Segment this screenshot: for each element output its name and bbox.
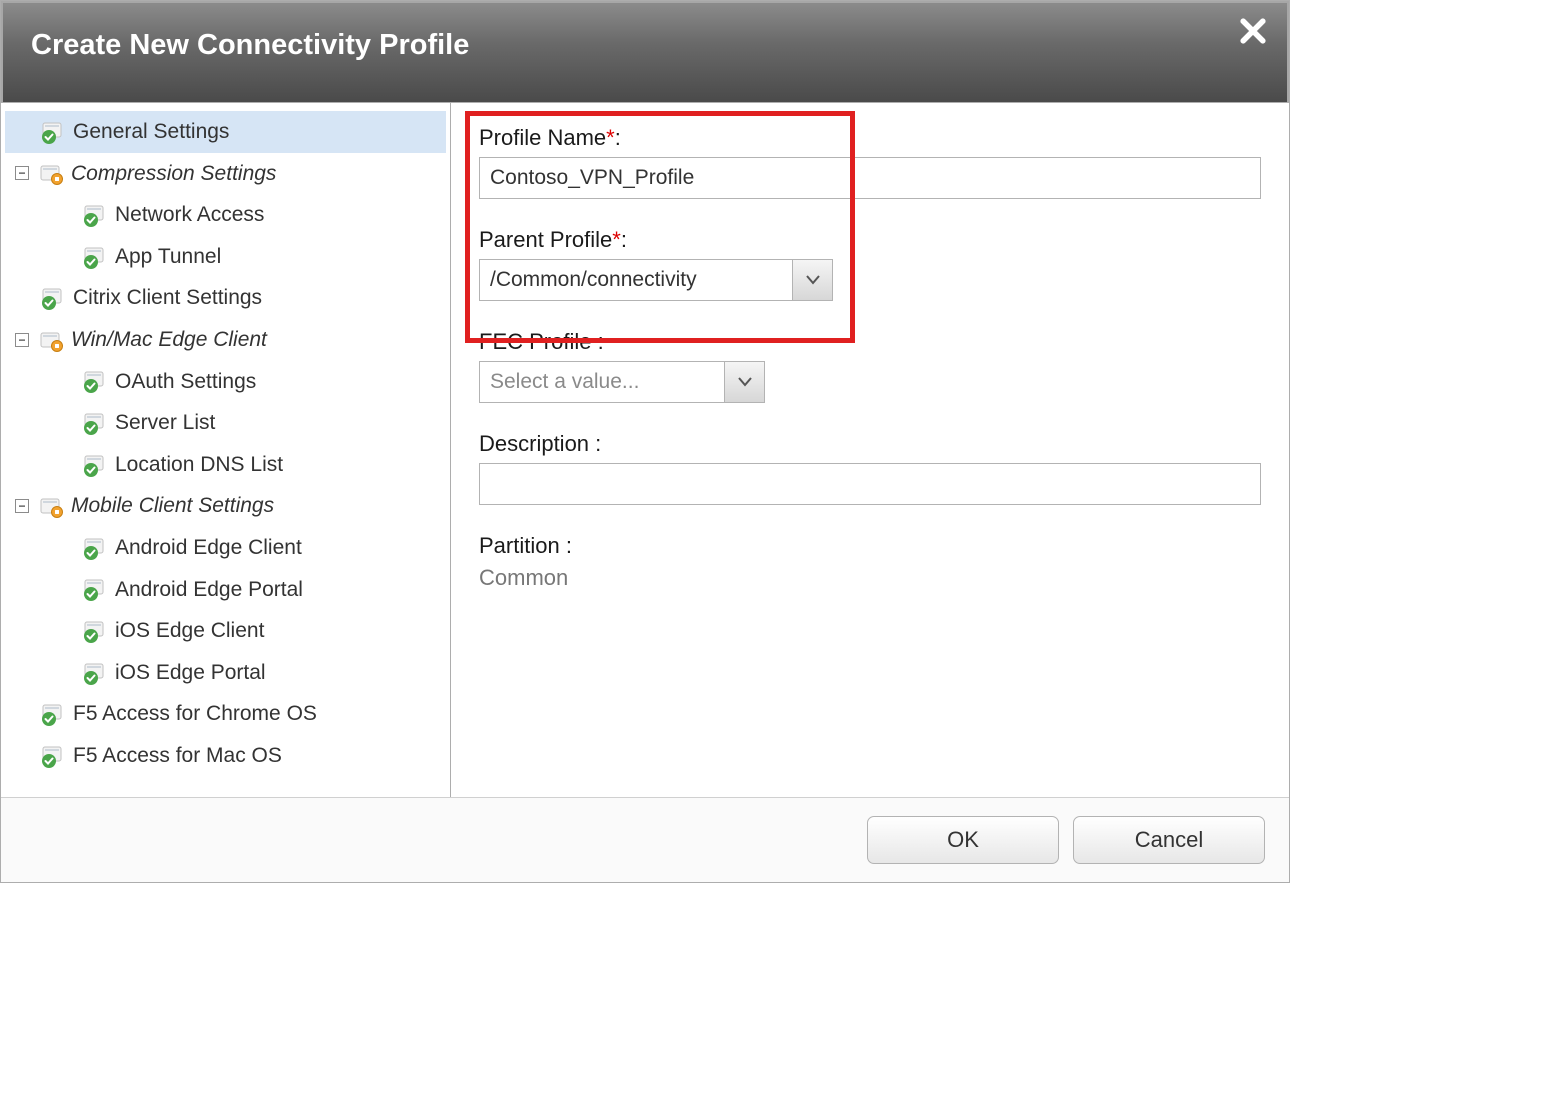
tree-label: Location DNS List xyxy=(115,448,283,482)
dialog-title: Create New Connectivity Profile xyxy=(31,29,469,61)
page-check-icon xyxy=(83,454,109,476)
profile-name-input[interactable] xyxy=(479,157,1261,199)
page-check-icon xyxy=(83,662,109,684)
tree-label: General Settings xyxy=(73,115,229,149)
tree-label: Android Edge Client xyxy=(115,531,302,565)
label-parent-profile: Parent Profile*: xyxy=(479,227,1261,253)
chevron-down-icon[interactable] xyxy=(724,362,764,402)
description-input[interactable] xyxy=(479,463,1261,505)
label-profile-name: Profile Name*: xyxy=(479,125,1261,151)
field-partition: Partition : Common xyxy=(479,533,1261,591)
tree-label: F5 Access for Mac OS xyxy=(73,739,282,773)
tree-item-android-client[interactable]: Android Edge Client xyxy=(5,527,446,569)
tree-label: Citrix Client Settings xyxy=(73,281,262,315)
tree-label: App Tunnel xyxy=(115,240,221,274)
tree-item-general-settings[interactable]: General Settings xyxy=(5,111,446,153)
tree-group-winmac[interactable]: − Win/Mac Edge Client xyxy=(5,319,446,361)
tree-item-macos[interactable]: F5 Access for Mac OS xyxy=(5,735,446,777)
dialog-footer: OK Cancel xyxy=(1,797,1289,882)
tree-item-chrome[interactable]: F5 Access for Chrome OS xyxy=(5,693,446,735)
ok-button[interactable]: OK xyxy=(867,816,1059,864)
tree-label: Android Edge Portal xyxy=(115,573,303,607)
collapse-icon[interactable]: − xyxy=(15,166,29,180)
tree-label: Compression Settings xyxy=(71,157,276,191)
dialog-create-connectivity-profile: Create New Connectivity Profile General … xyxy=(0,0,1290,883)
page-check-icon xyxy=(83,246,109,268)
tree-item-ios-portal[interactable]: iOS Edge Portal xyxy=(5,652,446,694)
label-fec-profile: FEC Profile : xyxy=(479,329,1261,355)
tree-group-mobile[interactable]: − Mobile Client Settings xyxy=(5,485,446,527)
tree-group-compression[interactable]: − Compression Settings xyxy=(5,153,446,195)
label-partition: Partition : xyxy=(479,533,1261,559)
partition-value: Common xyxy=(479,565,1261,591)
page-check-icon xyxy=(83,412,109,434)
collapse-icon[interactable]: − xyxy=(15,499,29,513)
field-description: Description : xyxy=(479,431,1261,505)
tree-item-oauth[interactable]: OAuth Settings xyxy=(5,361,446,403)
folder-icon xyxy=(39,329,65,351)
field-parent-profile: Parent Profile*: xyxy=(479,227,1261,301)
dialog-content: General Settings − Compression Settings … xyxy=(1,102,1289,797)
tree-label: OAuth Settings xyxy=(115,365,256,399)
label-description: Description : xyxy=(479,431,1261,457)
tree-item-citrix[interactable]: Citrix Client Settings xyxy=(5,277,446,319)
close-icon[interactable] xyxy=(1239,17,1267,45)
folder-icon xyxy=(39,495,65,517)
fec-profile-select[interactable] xyxy=(479,361,765,403)
field-fec-profile: FEC Profile : xyxy=(479,329,1261,403)
page-check-icon xyxy=(83,370,109,392)
tree-item-location-dns[interactable]: Location DNS List xyxy=(5,444,446,486)
parent-profile-input[interactable] xyxy=(480,260,792,300)
cancel-button[interactable]: Cancel xyxy=(1073,816,1265,864)
dialog-titlebar: Create New Connectivity Profile xyxy=(1,1,1289,102)
tree-item-ios-client[interactable]: iOS Edge Client xyxy=(5,610,446,652)
page-check-icon xyxy=(83,620,109,642)
tree-label: iOS Edge Client xyxy=(115,614,264,648)
page-check-icon xyxy=(83,537,109,559)
page-check-icon xyxy=(41,703,67,725)
page-check-icon xyxy=(83,204,109,226)
chevron-down-icon[interactable] xyxy=(792,260,832,300)
tree-item-android-portal[interactable]: Android Edge Portal xyxy=(5,569,446,611)
parent-profile-select[interactable] xyxy=(479,259,833,301)
nav-tree: General Settings − Compression Settings … xyxy=(1,103,451,797)
page-check-icon xyxy=(41,287,67,309)
tree-label: F5 Access for Chrome OS xyxy=(73,697,317,731)
page-check-icon xyxy=(41,121,67,143)
tree-label: Mobile Client Settings xyxy=(71,489,274,523)
tree-label: Server List xyxy=(115,406,215,440)
field-profile-name: Profile Name*: xyxy=(479,125,1261,199)
tree-label: Network Access xyxy=(115,198,264,232)
tree-label: Win/Mac Edge Client xyxy=(71,323,267,357)
tree-item-server-list[interactable]: Server List xyxy=(5,402,446,444)
page-check-icon xyxy=(83,578,109,600)
fec-profile-input[interactable] xyxy=(480,362,724,402)
tree-label: iOS Edge Portal xyxy=(115,656,266,690)
tree-item-app-tunnel[interactable]: App Tunnel xyxy=(5,236,446,278)
collapse-icon[interactable]: − xyxy=(15,333,29,347)
folder-icon xyxy=(39,162,65,184)
tree-item-network-access[interactable]: Network Access xyxy=(5,194,446,236)
page-check-icon xyxy=(41,745,67,767)
form-panel: Profile Name*: Parent Profile*: FEC Prof… xyxy=(451,103,1289,797)
